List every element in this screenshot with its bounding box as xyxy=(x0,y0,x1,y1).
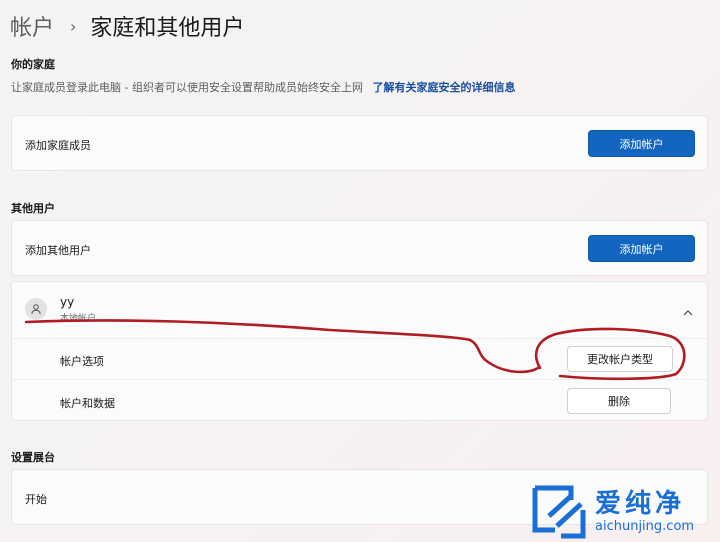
add-other-user-label: 添加其他用户 xyxy=(25,244,91,257)
breadcrumb-parent[interactable]: 帐户 xyxy=(10,10,54,42)
family-section-title: 你的家庭 xyxy=(11,58,55,71)
family-description-text: 让家庭成员登录此电脑 - 组织者可以使用安全设置帮助成员始终安全上网 xyxy=(11,81,363,94)
add-family-account-button[interactable]: 添加帐户 xyxy=(588,130,695,157)
add-family-member-card: 添加家庭成员 添加帐户 xyxy=(11,115,708,171)
change-account-type-button[interactable]: 更改帐户类型 xyxy=(567,346,673,372)
user-name: yy xyxy=(60,295,75,309)
page-title: 家庭和其他用户 xyxy=(90,16,245,41)
person-icon xyxy=(25,298,47,320)
family-safety-link[interactable]: 了解有关家庭安全的详细信息 xyxy=(372,81,515,94)
watermark-en-text: aichunjing.com xyxy=(595,519,695,534)
chevron-right-icon: › xyxy=(70,16,77,36)
other-users-section-title: 其他用户 xyxy=(11,202,55,215)
family-section-description: 让家庭成员登录此电脑 - 组织者可以使用安全设置帮助成员始终安全上网 了解有关家… xyxy=(11,79,515,95)
watermark: 爱纯净 aichunjing.com xyxy=(527,482,720,542)
watermark-logo-icon xyxy=(532,485,586,539)
add-other-account-button[interactable]: 添加帐户 xyxy=(588,235,695,262)
chevron-up-icon[interactable] xyxy=(683,302,693,321)
breadcrumb: 帐户 › 家庭和其他用户 xyxy=(10,10,244,42)
kiosk-section-title: 设置展台 xyxy=(11,451,55,464)
kiosk-start-label: 开始 xyxy=(25,493,47,506)
account-data-label: 帐户和数据 xyxy=(60,397,115,410)
user-yy-card: yy 本地帐户 帐户选项 更改帐户类型 帐户和数据 删除 xyxy=(11,281,708,421)
add-family-member-label: 添加家庭成员 xyxy=(25,139,91,152)
remove-user-button[interactable]: 删除 xyxy=(567,388,671,414)
divider xyxy=(12,338,707,339)
divider xyxy=(12,379,707,380)
add-other-user-card: 添加其他用户 添加帐户 xyxy=(11,220,708,276)
account-options-label: 帐户选项 xyxy=(60,355,104,368)
watermark-cn-text: 爱纯净 xyxy=(595,489,686,519)
user-account-type: 本地帐户 xyxy=(60,314,97,324)
